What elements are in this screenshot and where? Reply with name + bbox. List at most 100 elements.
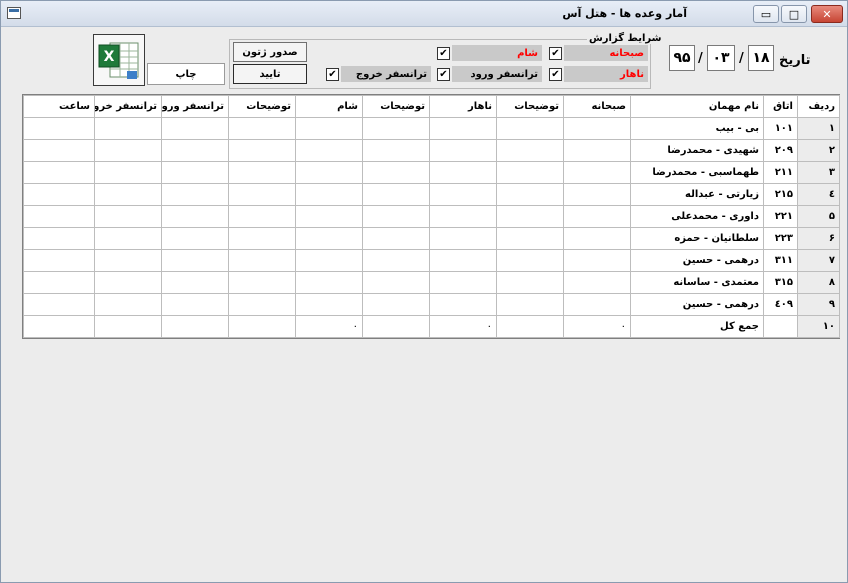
date-month-field[interactable]: ۰۳ <box>707 45 735 71</box>
room-cell[interactable]: ۲۲۱ <box>763 205 798 228</box>
dinner-cell[interactable] <box>295 139 363 162</box>
lunch-notes-cell[interactable] <box>362 227 430 250</box>
lunch-notes-cell[interactable] <box>362 205 430 228</box>
breakfast-notes-cell[interactable] <box>496 117 564 140</box>
dinner-notes-cell[interactable] <box>228 227 296 250</box>
option-dinner-checkbox[interactable]: ✔ <box>437 47 450 60</box>
dinner-notes-cell[interactable] <box>228 161 296 184</box>
issue-voucher-button[interactable]: صدور ژتون <box>233 42 307 62</box>
column-header[interactable]: صبحانه <box>563 95 631 118</box>
guest-name-cell[interactable]: طهماسبی - محمدرضا <box>630 161 764 184</box>
breakfast-cell[interactable]: ۰ <box>563 315 631 338</box>
table-row[interactable]: ۷ ۳۱۱ درهمی - حسین <box>23 249 840 272</box>
lunch-cell[interactable] <box>429 249 497 272</box>
dinner-cell[interactable]: ۰ <box>295 315 363 338</box>
lunch-cell[interactable] <box>429 183 497 206</box>
breakfast-notes-cell[interactable] <box>496 315 564 338</box>
time-cell[interactable] <box>23 227 95 250</box>
dinner-notes-cell[interactable] <box>228 293 296 316</box>
column-header[interactable]: ناهار <box>429 95 497 118</box>
transfer-out-cell[interactable] <box>94 271 162 294</box>
dinner-cell[interactable] <box>295 293 363 316</box>
column-header[interactable]: اتاق <box>763 95 798 118</box>
room-cell[interactable]: ۳۱۱ <box>763 249 798 272</box>
time-cell[interactable] <box>23 139 95 162</box>
breakfast-cell[interactable] <box>563 183 631 206</box>
lunch-cell[interactable] <box>429 161 497 184</box>
column-header[interactable]: توضیحات <box>362 95 430 118</box>
room-cell[interactable]: ۱۰۱ <box>763 117 798 140</box>
table-row[interactable]: ۸ ۳۱۵ معتمدی - ساسانه <box>23 271 840 294</box>
lunch-cell[interactable] <box>429 271 497 294</box>
room-cell[interactable]: ۲۱۵ <box>763 183 798 206</box>
lunch-notes-cell[interactable] <box>362 315 430 338</box>
time-cell[interactable] <box>23 249 95 272</box>
dinner-notes-cell[interactable] <box>228 183 296 206</box>
lunch-notes-cell[interactable] <box>362 183 430 206</box>
breakfast-cell[interactable] <box>563 249 631 272</box>
breakfast-cell[interactable] <box>563 271 631 294</box>
transfer-in-cell[interactable] <box>161 293 229 316</box>
option-transfer-in-checkbox[interactable]: ✔ <box>437 68 450 81</box>
row-number-cell[interactable]: ۲ <box>797 139 840 162</box>
breakfast-cell[interactable] <box>563 293 631 316</box>
guest-name-cell[interactable]: داوری - محمدعلی <box>630 205 764 228</box>
breakfast-notes-cell[interactable] <box>496 271 564 294</box>
transfer-out-cell[interactable] <box>94 315 162 338</box>
dinner-cell[interactable] <box>295 271 363 294</box>
transfer-out-cell[interactable] <box>94 161 162 184</box>
dinner-notes-cell[interactable] <box>228 139 296 162</box>
lunch-cell[interactable] <box>429 227 497 250</box>
breakfast-cell[interactable] <box>563 227 631 250</box>
column-header[interactable]: توضیحات <box>228 95 296 118</box>
transfer-out-cell[interactable] <box>94 205 162 228</box>
export-excel-button[interactable]: X <box>93 34 145 86</box>
transfer-in-cell[interactable] <box>161 271 229 294</box>
dinner-cell[interactable] <box>295 227 363 250</box>
guest-name-cell[interactable]: معتمدی - ساسانه <box>630 271 764 294</box>
breakfast-notes-cell[interactable] <box>496 183 564 206</box>
transfer-in-cell[interactable] <box>161 249 229 272</box>
transfer-in-cell[interactable] <box>161 227 229 250</box>
transfer-out-cell[interactable] <box>94 183 162 206</box>
room-cell[interactable]: ۲۲۳ <box>763 227 798 250</box>
dinner-notes-cell[interactable] <box>228 271 296 294</box>
dinner-cell[interactable] <box>295 249 363 272</box>
column-header[interactable]: ترانسفر خروج <box>94 95 162 118</box>
column-header[interactable]: ترانسفر ورود <box>161 95 229 118</box>
table-row[interactable]: ٤ ۲۱۵ زیارتی - عبداله <box>23 183 840 206</box>
room-cell[interactable]: ۲۱۱ <box>763 161 798 184</box>
table-row[interactable]: ۳ ۲۱۱ طهماسبی - محمدرضا <box>23 161 840 184</box>
column-header[interactable]: ردیف <box>797 95 840 118</box>
print-button[interactable]: چاپ <box>147 63 225 85</box>
lunch-notes-cell[interactable] <box>362 271 430 294</box>
transfer-in-cell[interactable] <box>161 139 229 162</box>
maximize-button[interactable]: □ <box>781 5 807 23</box>
lunch-notes-cell[interactable] <box>362 293 430 316</box>
room-cell[interactable]: ٤۰۹ <box>763 293 798 316</box>
dinner-notes-cell[interactable] <box>228 117 296 140</box>
transfer-in-cell[interactable] <box>161 161 229 184</box>
row-number-cell[interactable]: ٤ <box>797 183 840 206</box>
row-number-cell[interactable]: ۷ <box>797 249 840 272</box>
room-cell[interactable] <box>763 315 798 338</box>
lunch-notes-cell[interactable] <box>362 117 430 140</box>
breakfast-cell[interactable] <box>563 205 631 228</box>
transfer-out-cell[interactable] <box>94 227 162 250</box>
room-cell[interactable]: ۲۰۹ <box>763 139 798 162</box>
guest-name-cell[interactable]: شهیدی - محمدرضا <box>630 139 764 162</box>
guest-name-cell[interactable]: درهمی - حسین <box>630 293 764 316</box>
guest-name-cell[interactable]: زیارتی - عبداله <box>630 183 764 206</box>
time-cell[interactable] <box>23 183 95 206</box>
table-row[interactable]: ۶ ۲۲۳ سلطانیان - حمزه <box>23 227 840 250</box>
option-breakfast-checkbox[interactable]: ✔ <box>549 47 562 60</box>
table-row[interactable]: ۱۰ جمع کل ۰ ۰ ۰ <box>23 315 840 338</box>
option-transfer-out-checkbox[interactable]: ✔ <box>326 68 339 81</box>
row-number-cell[interactable]: ۸ <box>797 271 840 294</box>
guest-name-cell[interactable]: درهمی - حسین <box>630 249 764 272</box>
column-header[interactable]: توضیحات <box>496 95 564 118</box>
time-cell[interactable] <box>23 271 95 294</box>
option-lunch-checkbox[interactable]: ✔ <box>549 68 562 81</box>
transfer-in-cell[interactable] <box>161 117 229 140</box>
breakfast-notes-cell[interactable] <box>496 139 564 162</box>
